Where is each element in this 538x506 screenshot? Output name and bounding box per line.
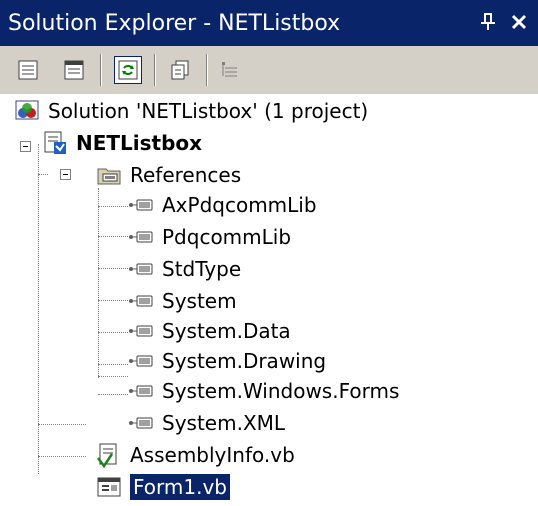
tree-item-label: System.Drawing: [162, 349, 327, 373]
vb-file-icon: [96, 442, 122, 468]
tree-item-reference[interactable]: PdqcommLib: [128, 222, 291, 252]
tree-item-label: PdqcommLib: [162, 225, 292, 249]
toolbar-separator: [154, 54, 156, 86]
tree-line: [98, 268, 128, 269]
refresh-icon[interactable]: [114, 56, 142, 84]
close-icon[interactable]: [506, 8, 532, 36]
tree-item-label: System.Windows.Forms: [162, 379, 400, 403]
tree-item-reference[interactable]: System.Drawing: [128, 346, 326, 376]
tree-item-label: AssemblyInfo.vb: [130, 443, 295, 467]
tree-item-project[interactable]: NETListbox: [42, 128, 202, 158]
tree-item-reference[interactable]: System: [128, 286, 237, 316]
tree-item-file[interactable]: AssemblyInfo.vb: [96, 440, 295, 470]
reference-icon: [128, 348, 154, 374]
vb-project-icon: [42, 130, 68, 156]
tree-line: [98, 300, 128, 301]
reference-icon: [128, 224, 154, 250]
tree-line: [98, 332, 128, 333]
reference-icon: [128, 410, 154, 436]
toolbar-separator: [100, 54, 102, 86]
tree-item-label: System.Data: [162, 319, 291, 343]
properties-icon[interactable]: [14, 56, 42, 84]
tree-item-label: StdType: [162, 257, 242, 281]
collapse-project-toggle[interactable]: [20, 141, 31, 152]
solution-icon: [14, 98, 40, 124]
tree-item-label: System: [162, 289, 237, 313]
reference-icon: [128, 378, 154, 404]
tree-item-label: References: [130, 163, 242, 187]
view-designer-icon[interactable]: [60, 56, 88, 84]
form-icon: [96, 474, 122, 500]
tree-item-label: NETListbox: [76, 131, 203, 155]
tree-item-reference[interactable]: StdType: [128, 254, 241, 284]
tree-item-file-selected[interactable]: Form1.vb: [96, 472, 230, 502]
tree-line: [98, 364, 128, 365]
reference-icon: [128, 256, 154, 282]
window-title: Solution Explorer - NETListbox: [8, 10, 341, 36]
tree-line: [98, 236, 128, 237]
toolbar: [0, 46, 538, 94]
tree-item-label: Solution 'NETListbox' (1 project): [48, 99, 369, 123]
tree-item-label: AxPdqcommLib: [162, 193, 317, 217]
show-all-files-icon[interactable]: [166, 56, 194, 84]
tree-line: [38, 456, 86, 457]
tree-item-reference[interactable]: AxPdqcommLib: [128, 190, 317, 220]
tree-item-references[interactable]: References: [96, 160, 241, 190]
tree-line: [98, 206, 128, 207]
tree-item-label: Form1.vb: [130, 474, 230, 500]
tree-line: [98, 376, 128, 377]
class-view-icon[interactable]: [216, 56, 244, 84]
tree-item-reference[interactable]: System.Windows.Forms: [128, 376, 399, 406]
tree-item-reference[interactable]: System.Data: [128, 316, 291, 346]
toolbar-separator: [206, 54, 208, 86]
pin-icon[interactable]: [476, 9, 500, 35]
tree-item-solution[interactable]: Solution 'NETListbox' (1 project): [14, 96, 368, 126]
title-bar: Solution Explorer - NETListbox: [0, 0, 538, 46]
solution-tree: Solution 'NETListbox' (1 project) NETLis…: [0, 94, 538, 506]
tree-line: [38, 174, 48, 175]
reference-icon: [128, 192, 154, 218]
references-folder-icon: [96, 162, 122, 188]
tree-item-label: System.XML: [162, 411, 286, 435]
tree-line: [98, 188, 99, 378]
tree-item-reference[interactable]: System.XML: [128, 408, 285, 438]
tree-line: [38, 424, 86, 425]
tree-line: [98, 394, 128, 395]
reference-icon: [128, 318, 154, 344]
collapse-references-toggle[interactable]: [60, 169, 71, 180]
reference-icon: [128, 288, 154, 314]
